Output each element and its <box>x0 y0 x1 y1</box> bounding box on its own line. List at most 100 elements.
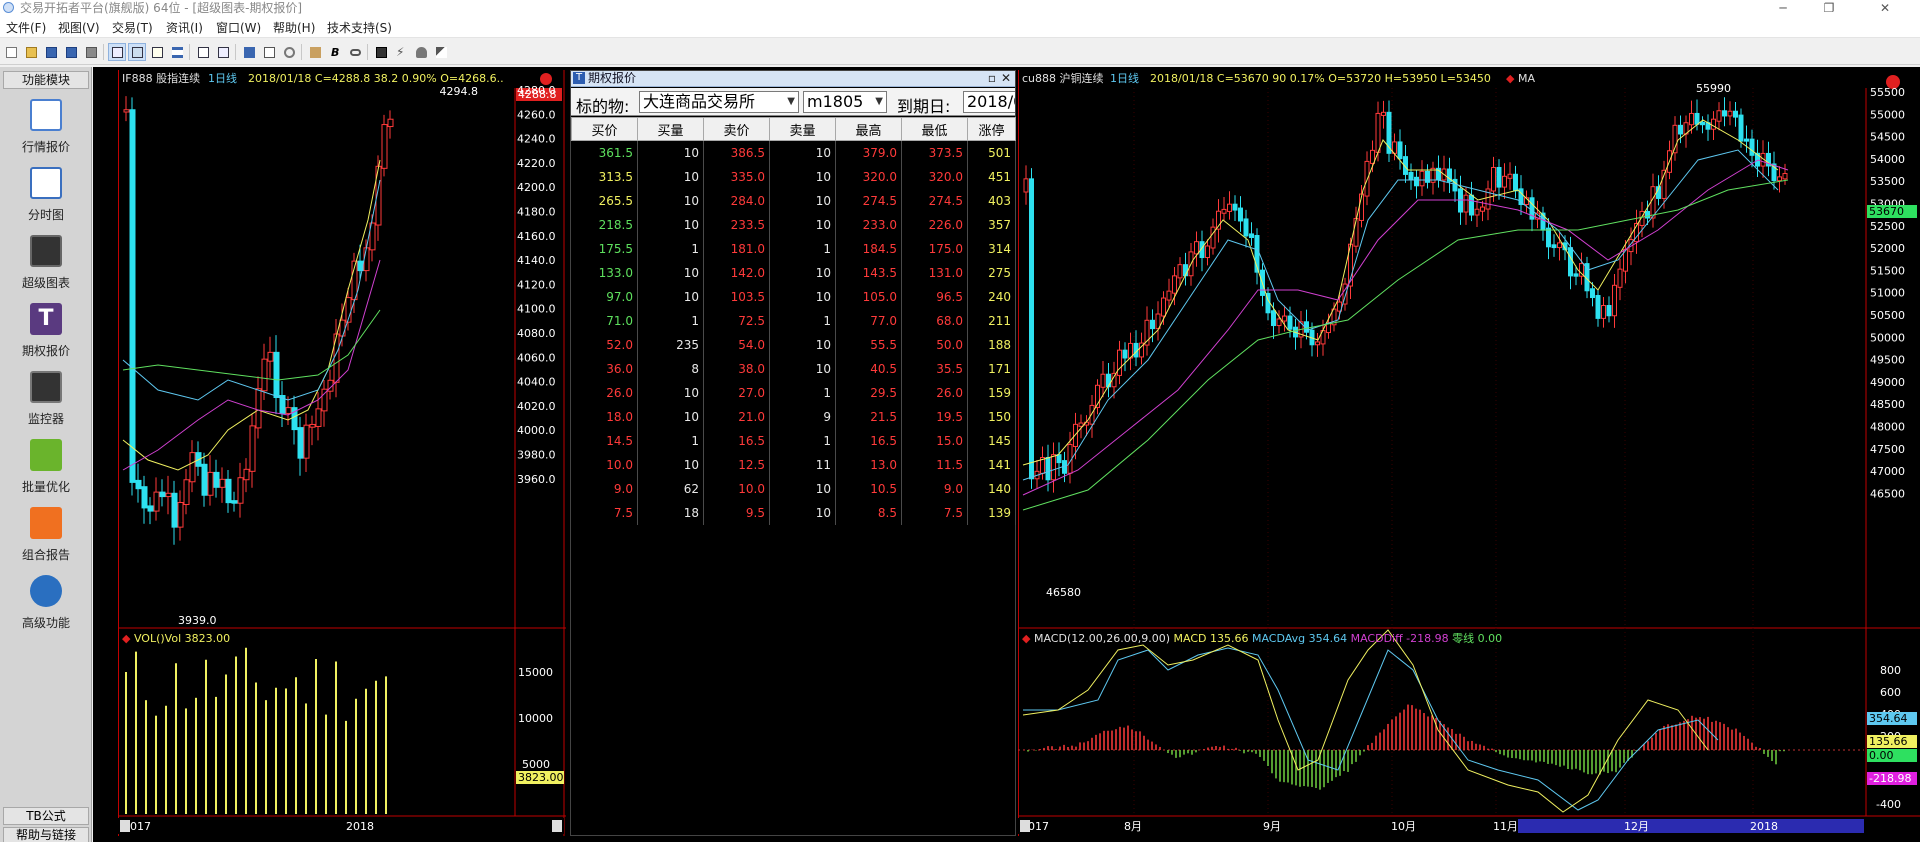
disk-icon[interactable] <box>240 43 258 61</box>
cu888-chart-panel[interactable]: cu888 沪铜连续 1日线 2018/01/18 C=53670 90 0.1… <box>1018 70 1920 836</box>
option-row[interactable]: 14.5 1 16.5 1 16.5 15.0 145 <box>571 428 1016 453</box>
col-limit-up[interactable]: 涨停 <box>967 117 1016 141</box>
cu-time-tick-2018: 2018 <box>1750 820 1778 833</box>
if-candle-body <box>183 479 190 506</box>
cu-candle-body <box>1122 349 1128 359</box>
exchange-select[interactable]: 大连商品交易所 ▼ <box>639 91 799 113</box>
save-icon[interactable] <box>42 43 60 61</box>
option-row[interactable]: 36.0 8 38.0 10 40.5 35.5 171 <box>571 356 1016 381</box>
cell-high: 233.0 <box>835 212 902 237</box>
cu-candle-body <box>1463 194 1469 213</box>
col-bid[interactable]: 买价 <box>571 117 638 141</box>
sidebar-item-monitor[interactable]: 监控器 <box>0 367 92 433</box>
save-all-icon[interactable] <box>62 43 80 61</box>
list-icon[interactable] <box>168 43 186 61</box>
menu-trade[interactable]: 交易(T) <box>112 19 153 36</box>
sidebar-item-batch-optimize[interactable]: 批量优化 <box>0 435 92 501</box>
minimize-button[interactable]: ─ <box>1760 0 1806 16</box>
option-panel-restore-button[interactable]: ▫ <box>985 71 999 86</box>
window-icon[interactable] <box>194 43 212 61</box>
image-icon[interactable] <box>372 43 390 61</box>
expiry-select[interactable]: 2018/0 <box>963 91 1015 113</box>
option-row[interactable]: 9.0 62 10.0 10 10.5 9.0 140 <box>571 476 1016 501</box>
cu-scroll-left-icon[interactable] <box>1020 820 1030 832</box>
new-icon[interactable] <box>2 43 20 61</box>
cu-price-tick: 53500 <box>1870 175 1905 188</box>
option-row[interactable]: 175.5 1 181.0 1 184.5 175.0 314 <box>571 236 1016 261</box>
cell-limit-up: 171 <box>967 356 1016 381</box>
if-scroll-left-icon[interactable] <box>120 820 130 832</box>
option-row[interactable]: 52.0 235 54.0 10 55.5 50.0 188 <box>571 332 1016 357</box>
title-bar: 交易开拓者平台(旗舰版) 64位 - [超级图表-期权报价] ─ ❐ ✕ <box>0 0 1920 16</box>
cell-bid: 18.0 <box>571 404 638 429</box>
if-candle-body <box>267 351 274 362</box>
col-high[interactable]: 最高 <box>835 117 902 141</box>
person-icon[interactable] <box>412 43 430 61</box>
col-ask-volume[interactable]: 卖量 <box>769 117 836 141</box>
option-row[interactable]: 265.5 10 284.0 10 274.5 274.5 403 <box>571 188 1016 213</box>
option-row[interactable]: 26.0 10 27.0 1 29.5 26.0 159 <box>571 380 1016 405</box>
sidebar-item-option-quote[interactable]: T 期权报价 <box>0 299 92 365</box>
maximize-button[interactable]: ❐ <box>1806 0 1852 16</box>
option-row[interactable]: 97.0 10 103.5 10 105.0 96.5 240 <box>571 284 1016 309</box>
option-row[interactable]: 361.5 10 386.5 10 379.0 373.5 501 <box>571 140 1016 165</box>
layout2-icon[interactable] <box>128 43 146 61</box>
cu-candle-body <box>1177 264 1183 279</box>
menu-help[interactable]: 帮助(H) <box>273 19 315 36</box>
if888-chart-panel[interactable]: IF888 股指连续 1日线 2018/01/18 C=4288.8 38.2 … <box>118 70 566 836</box>
attach-icon[interactable] <box>260 43 278 61</box>
bolt-icon[interactable]: ⚡ <box>392 43 410 61</box>
print-icon[interactable] <box>82 43 100 61</box>
col-low[interactable]: 最低 <box>901 117 968 141</box>
cu-macd-value: 135.66 <box>1869 735 1908 748</box>
app-icon <box>3 2 14 13</box>
if-candle-body <box>171 492 178 528</box>
sidebar-help[interactable]: 帮助与链接 <box>3 827 89 842</box>
menu-view[interactable]: 视图(V) <box>58 19 100 36</box>
cu-time-scroll-thumb[interactable] <box>1518 819 1864 833</box>
option-row[interactable]: 10.0 10 12.5 11 13.0 11.5 141 <box>571 452 1016 477</box>
layout1-icon[interactable] <box>108 43 126 61</box>
cu-candle-body <box>1210 226 1216 249</box>
bold-icon[interactable]: B <box>326 43 344 61</box>
option-panel-close-button[interactable]: ✕ <box>999 71 1013 86</box>
option-row[interactable]: 7.5 18 9.5 10 8.5 7.5 139 <box>571 500 1016 525</box>
close-button[interactable]: ✕ <box>1862 0 1908 16</box>
option-row[interactable]: 71.0 1 72.5 1 77.0 68.0 211 <box>571 308 1016 333</box>
sidebar-item-quote[interactable]: 行情报价 <box>0 95 92 161</box>
chain-icon[interactable] <box>346 43 364 61</box>
option-row[interactable]: 18.0 10 21.0 9 21.5 19.5 150 <box>571 404 1016 429</box>
contract-select[interactable]: m1805 ▼ <box>803 91 887 113</box>
cell-ask: 72.5 <box>703 308 770 333</box>
option-row[interactable]: 218.5 10 233.5 10 233.0 226.0 357 <box>571 212 1016 237</box>
if-scroll-right-icon[interactable] <box>552 820 562 832</box>
col-bid-volume[interactable]: 买量 <box>637 117 704 141</box>
sidebar-item-label: 组合报告 <box>21 548 70 562</box>
paste-icon[interactable] <box>306 43 324 61</box>
link-icon[interactable] <box>280 43 298 61</box>
sidebar-tb-formula[interactable]: TB公式 <box>3 807 89 825</box>
brush-icon[interactable] <box>432 43 450 61</box>
sidebar-item-label: 分时图 <box>27 208 64 222</box>
menu-window[interactable]: 窗口(W) <box>216 19 261 36</box>
sidebar-item-advanced[interactable]: 高级功能 <box>0 571 92 637</box>
cell-low: 131.0 <box>901 260 968 285</box>
menu-file[interactable]: 文件(F) <box>6 19 46 36</box>
cu-candle-body <box>1287 315 1293 330</box>
cu-candle-body <box>1678 124 1683 135</box>
sidebar-item-superchart[interactable]: 超级图表 <box>0 231 92 297</box>
if-candle-body <box>213 471 220 488</box>
option-row[interactable]: 313.5 10 335.0 10 320.0 320.0 451 <box>571 164 1016 189</box>
cu-candle-body <box>1782 173 1788 180</box>
menu-support[interactable]: 技术支持(S) <box>327 19 392 36</box>
window2-icon[interactable] <box>214 43 232 61</box>
open-icon[interactable] <box>22 43 40 61</box>
sidebar-item-timeshare[interactable]: 分时图 <box>0 163 92 229</box>
menu-info[interactable]: 资讯(I) <box>166 19 203 36</box>
cu-candle-body <box>1711 118 1716 130</box>
col-ask[interactable]: 卖价 <box>703 117 770 141</box>
sidebar-item-portfolio-report[interactable]: 组合报告 <box>0 503 92 569</box>
option-row[interactable]: 133.0 10 142.0 10 143.5 131.0 275 <box>571 260 1016 285</box>
app-window: { "window": {"title": "交易开拓者平台(旗舰版) 64位 … <box>0 0 1920 842</box>
edit-icon[interactable] <box>148 43 166 61</box>
